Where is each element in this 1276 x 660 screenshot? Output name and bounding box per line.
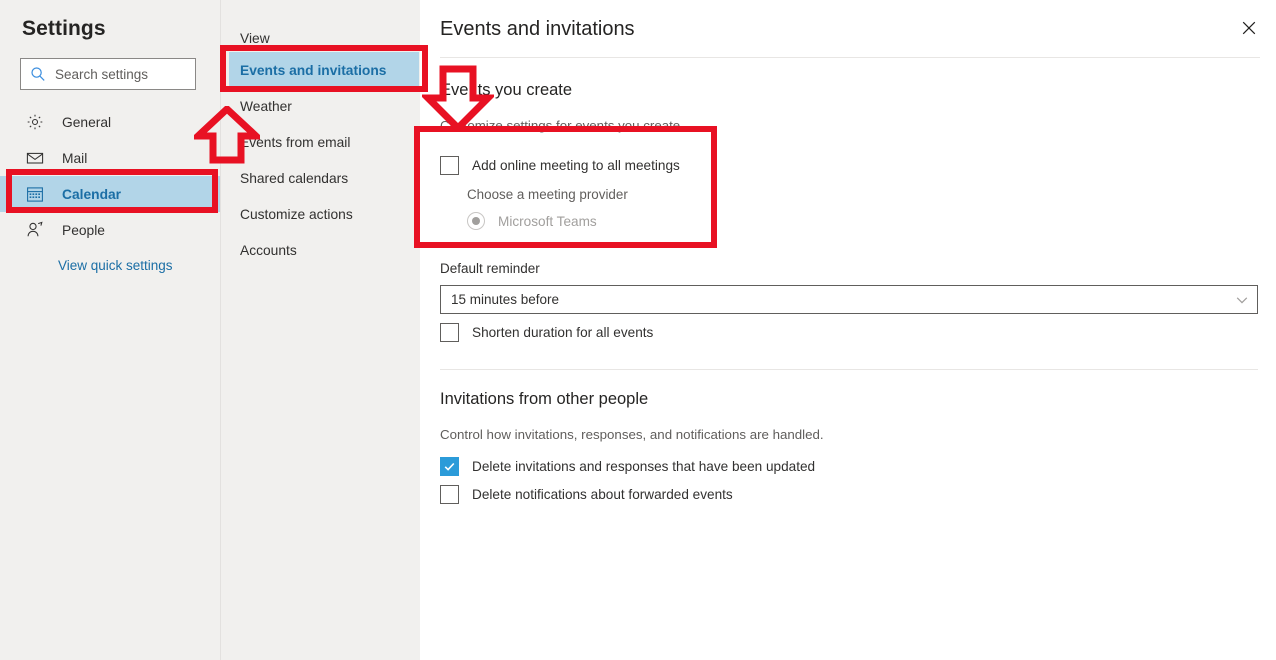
settings-sidebar: Settings Search settings General Mail Ca… — [0, 0, 220, 660]
delete-invitations-checkbox[interactable] — [440, 457, 459, 476]
sidebar-item-general[interactable]: General — [0, 104, 220, 140]
subnav-item-accounts[interactable]: Accounts — [229, 232, 419, 268]
invitations-heading: Invitations from other people — [440, 390, 649, 408]
chevron-down-icon — [1235, 293, 1249, 307]
calendar-icon — [26, 185, 44, 203]
section-divider — [440, 369, 1258, 370]
delete-invitations-label: Delete invitations and responses that ha… — [472, 459, 816, 474]
header-divider — [440, 57, 1260, 58]
add-online-meeting-checkbox[interactable] — [440, 156, 459, 175]
subnav-item-view[interactable]: View — [229, 20, 419, 56]
sidebar-item-label: General — [62, 114, 112, 130]
subnav-item-customize-actions[interactable]: Customize actions — [229, 196, 419, 232]
delete-notifications-checkbox[interactable] — [440, 485, 459, 504]
sidebar-item-mail[interactable]: Mail — [0, 140, 220, 176]
main-panel-title: Events and invitations — [440, 18, 635, 40]
sidebar-item-people[interactable]: People — [0, 212, 220, 248]
shorten-duration-checkbox-row[interactable]: Shorten duration for all events — [440, 323, 653, 342]
shorten-duration-checkbox[interactable] — [440, 323, 459, 342]
subnav-item-shared-calendars[interactable]: Shared calendars — [229, 160, 419, 196]
default-reminder-label: Default reminder — [440, 261, 540, 276]
sidebar-item-label: Calendar — [62, 186, 122, 202]
settings-window: Settings Search settings General Mail Ca… — [0, 0, 1276, 660]
choose-meeting-provider-label: Choose a meeting provider — [467, 187, 628, 202]
shorten-duration-label: Shorten duration for all events — [472, 325, 654, 340]
gear-icon — [26, 113, 44, 131]
sidebar-item-calendar[interactable]: Calendar — [0, 176, 220, 212]
search-icon — [30, 66, 46, 82]
subnav-item-events-and-invitations[interactable]: Events and invitations — [229, 52, 419, 88]
search-placeholder: Search settings — [55, 66, 149, 82]
page-title: Settings — [22, 17, 106, 40]
microsoft-teams-radio-row[interactable]: Microsoft Teams — [467, 212, 597, 230]
radio-dot — [472, 217, 480, 225]
microsoft-teams-label: Microsoft Teams — [498, 213, 597, 229]
subnav-item-events-from-email[interactable]: Events from email — [229, 124, 419, 160]
sidebar-nav: General Mail Calendar People — [0, 104, 220, 248]
checkmark-icon — [444, 462, 455, 471]
delete-invitations-checkbox-row[interactable]: Delete invitations and responses that ha… — [440, 457, 815, 476]
sidebar-item-label: People — [62, 222, 105, 238]
settings-subnav: View Events and invitations Weather Even… — [220, 0, 420, 660]
settings-main-panel: Events and invitations Events you create… — [420, 0, 1276, 660]
invitations-subtitle: Control how invitations, responses, and … — [440, 427, 824, 442]
close-button[interactable] — [1233, 14, 1265, 46]
delete-notifications-label: Delete notifications about forwarded eve… — [472, 487, 733, 502]
view-quick-settings-link[interactable]: View quick settings — [58, 258, 173, 273]
delete-notifications-checkbox-row[interactable]: Delete notifications about forwarded eve… — [440, 485, 733, 504]
events-you-create-subtitle: Customize settings for events you create… — [440, 118, 684, 133]
search-input[interactable]: Search settings — [20, 58, 196, 90]
add-online-meeting-label: Add online meeting to all meetings — [472, 158, 680, 173]
envelope-icon — [26, 149, 44, 167]
default-reminder-dropdown[interactable]: 15 minutes before — [440, 285, 1258, 314]
microsoft-teams-radio[interactable] — [467, 212, 485, 230]
subnav-item-weather[interactable]: Weather — [229, 88, 419, 124]
person-icon — [26, 221, 44, 239]
events-you-create-heading: Events you create — [440, 81, 573, 99]
close-icon — [1242, 21, 1256, 40]
default-reminder-value: 15 minutes before — [451, 292, 560, 307]
add-online-meeting-checkbox-row[interactable]: Add online meeting to all meetings — [440, 156, 680, 175]
sidebar-item-label: Mail — [62, 150, 88, 166]
